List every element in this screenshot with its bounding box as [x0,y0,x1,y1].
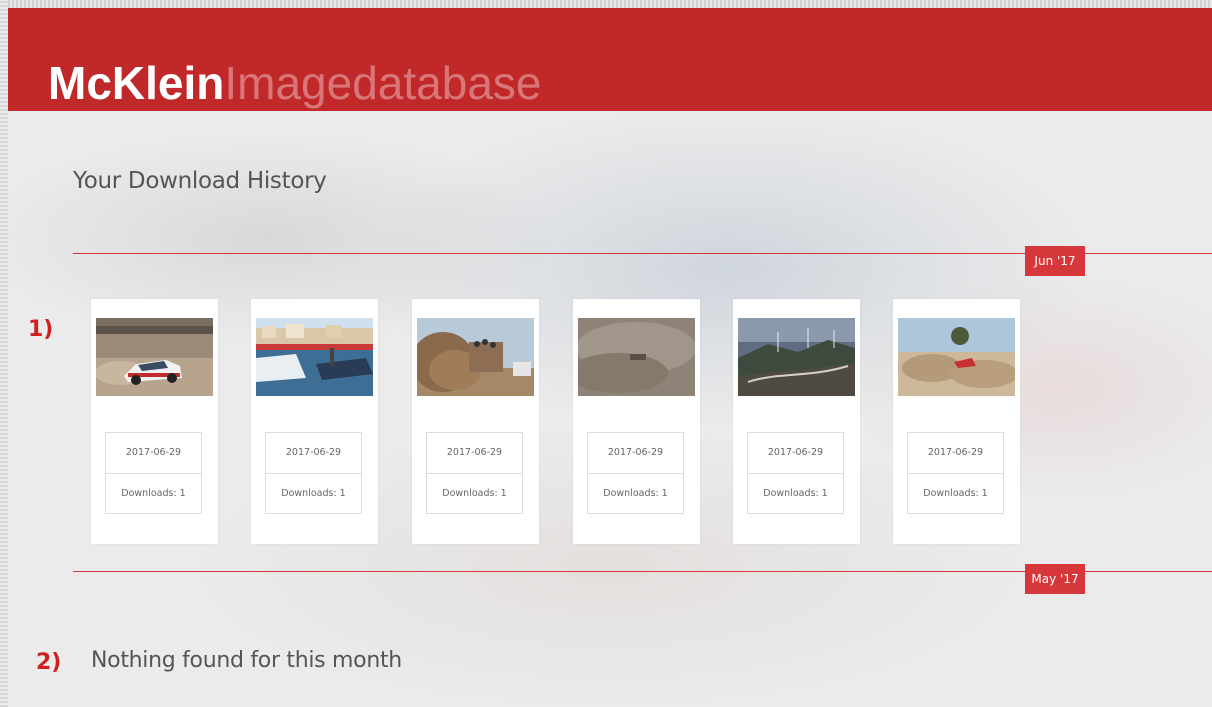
download-date: 2017-06-29 [446,447,503,458]
download-count: Downloads: 1 [266,473,361,514]
download-card[interactable]: 2017-06-29 Downloads: 1 [251,299,378,544]
download-thumbnail[interactable] [96,318,213,396]
download-thumbnail[interactable] [898,318,1015,396]
month-badge-jun: Jun '17 [1025,246,1085,276]
download-thumbnail[interactable] [417,318,534,396]
download-date: 2017-06-29 [767,447,824,458]
download-date: 2017-06-29 [285,447,342,458]
window-left-edge [0,0,8,707]
download-count: Downloads: 1 [588,473,683,514]
empty-month-message: Nothing found for this month [91,648,402,673]
download-count: Downloads: 1 [908,473,1003,514]
download-thumbnail[interactable] [738,318,855,396]
download-date: 2017-06-29 [927,447,984,458]
brand-logo-light: Imagedatabase [224,57,542,109]
brand-logo[interactable]: McKleinImagedatabase [48,60,542,106]
download-info: 2017-06-29 Downloads: 1 [105,432,202,514]
download-card[interactable]: 2017-06-29 Downloads: 1 [91,299,218,544]
download-info: 2017-06-29 Downloads: 1 [747,432,844,514]
download-card[interactable]: 2017-06-29 Downloads: 1 [733,299,860,544]
download-count: Downloads: 1 [748,473,843,514]
download-info: 2017-06-29 Downloads: 1 [426,432,523,514]
month-badge-may: May '17 [1025,564,1085,594]
download-thumbnail[interactable] [256,318,373,396]
download-date: 2017-06-29 [607,447,664,458]
download-card[interactable]: 2017-06-29 Downloads: 1 [573,299,700,544]
download-count: Downloads: 1 [427,473,522,514]
download-card[interactable]: 2017-06-29 Downloads: 1 [893,299,1020,544]
page: McKleinImagedatabase Your Download Histo… [8,8,1212,707]
annotation-marker-2: 2) [36,650,62,675]
download-card[interactable]: 2017-06-29 Downloads: 1 [412,299,539,544]
annotation-marker-1: 1) [28,317,54,342]
download-count: Downloads: 1 [106,473,201,514]
window-top-edge [0,0,1212,8]
download-info: 2017-06-29 Downloads: 1 [265,432,362,514]
brand-logo-strong: McKlein [48,57,225,109]
page-title: Your Download History [73,168,327,194]
download-info: 2017-06-29 Downloads: 1 [907,432,1004,514]
download-thumbnail[interactable] [578,318,695,396]
download-info: 2017-06-29 Downloads: 1 [587,432,684,514]
download-date: 2017-06-29 [125,447,182,458]
site-header: McKleinImagedatabase [8,8,1212,111]
